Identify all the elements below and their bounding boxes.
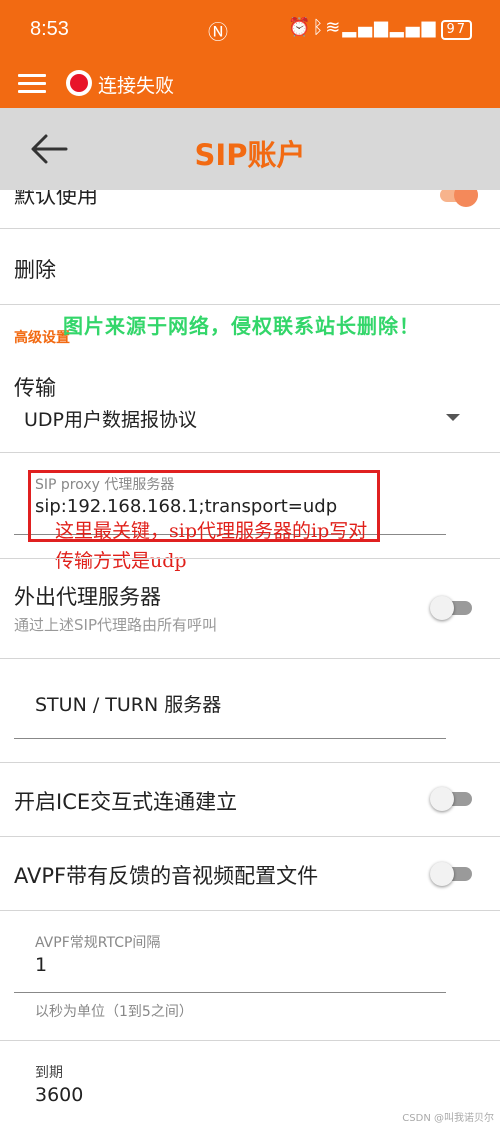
page-title: SIP账户	[194, 138, 306, 172]
stun-turn-input[interactable]: STUN / TURN 服务器	[35, 690, 221, 717]
advanced-settings-header: 高级设置	[14, 330, 70, 346]
menu-icon[interactable]	[18, 70, 46, 96]
signal-icon: ▂▄▆	[342, 17, 390, 38]
divider	[0, 836, 500, 837]
ice-label: 开启ICE交互式连通建立	[14, 790, 238, 814]
alarm-icon: ⏰	[288, 17, 313, 38]
battery-icon: 97	[441, 20, 472, 40]
divider	[0, 304, 500, 305]
divider	[0, 452, 500, 453]
watermark: 图片来源于网络，侵权联系站长删除！	[63, 314, 420, 338]
settings-list[interactable]: 默认使用 删除 高级设置 图片来源于网络，侵权联系站长删除！ 传输 UDP用户数…	[0, 190, 500, 1128]
credit-watermark: CSDN @叫我诺贝尔	[402, 1113, 494, 1124]
dropdown-arrow-icon	[446, 414, 460, 421]
outbound-proxy-toggle[interactable]	[430, 593, 474, 623]
ice-toggle[interactable]	[430, 784, 474, 814]
expire-input[interactable]: 3600	[35, 1084, 83, 1106]
outbound-proxy-label: 外出代理服务器	[14, 585, 161, 609]
rtcp-interval-label: AVPF常规RTCP间隔	[35, 935, 161, 951]
expire-label: 到期	[35, 1065, 63, 1081]
wifi-icon: ≋	[325, 17, 343, 38]
rtcp-interval-input[interactable]: 1	[35, 954, 47, 976]
app-bar: 连接失败	[0, 60, 500, 108]
divider	[0, 1040, 500, 1041]
connection-status-text: 连接失败	[98, 75, 175, 97]
divider	[0, 228, 500, 229]
divider	[0, 910, 500, 911]
signal-icon: ▂▄▆	[389, 17, 438, 38]
nfc-icon: Ⓝ	[208, 20, 228, 44]
transport-label: 传输	[14, 376, 56, 400]
avpf-toggle[interactable]	[430, 859, 474, 889]
default-use-toggle[interactable]	[436, 190, 480, 210]
rtcp-interval-hint: 以秒为单位（1到5之间）	[35, 1004, 193, 1020]
divider	[0, 558, 500, 559]
connection-status-icon	[66, 70, 92, 96]
status-icons: ⏰ᛒ≋▂▄▆▂▄▆ 97	[288, 17, 472, 40]
transport-value: UDP用户数据报协议	[24, 409, 197, 431]
clock: 8:53	[30, 18, 69, 40]
outbound-proxy-description: 通过上述SIP代理路由所有呼叫	[14, 616, 217, 634]
rtcp-interval-underline	[14, 992, 446, 993]
status-bar: 8:53 Ⓝ ⏰ᛒ≋▂▄▆▂▄▆ 97	[0, 0, 500, 60]
bluetooth-icon: ᛒ	[312, 17, 326, 38]
annotation-line-2: 传输方式是udp	[55, 550, 187, 572]
default-use-label: 默认使用	[14, 190, 98, 208]
avpf-label: AVPF带有反馈的音视频配置文件	[14, 864, 319, 888]
title-bar: SIP账户	[0, 108, 500, 190]
divider	[0, 658, 500, 659]
divider	[0, 762, 500, 763]
stun-turn-underline	[14, 738, 446, 739]
delete-label: 删除	[14, 258, 56, 282]
annotation-line-1: 这里最关键，sip代理服务器的ip写对	[55, 520, 368, 542]
